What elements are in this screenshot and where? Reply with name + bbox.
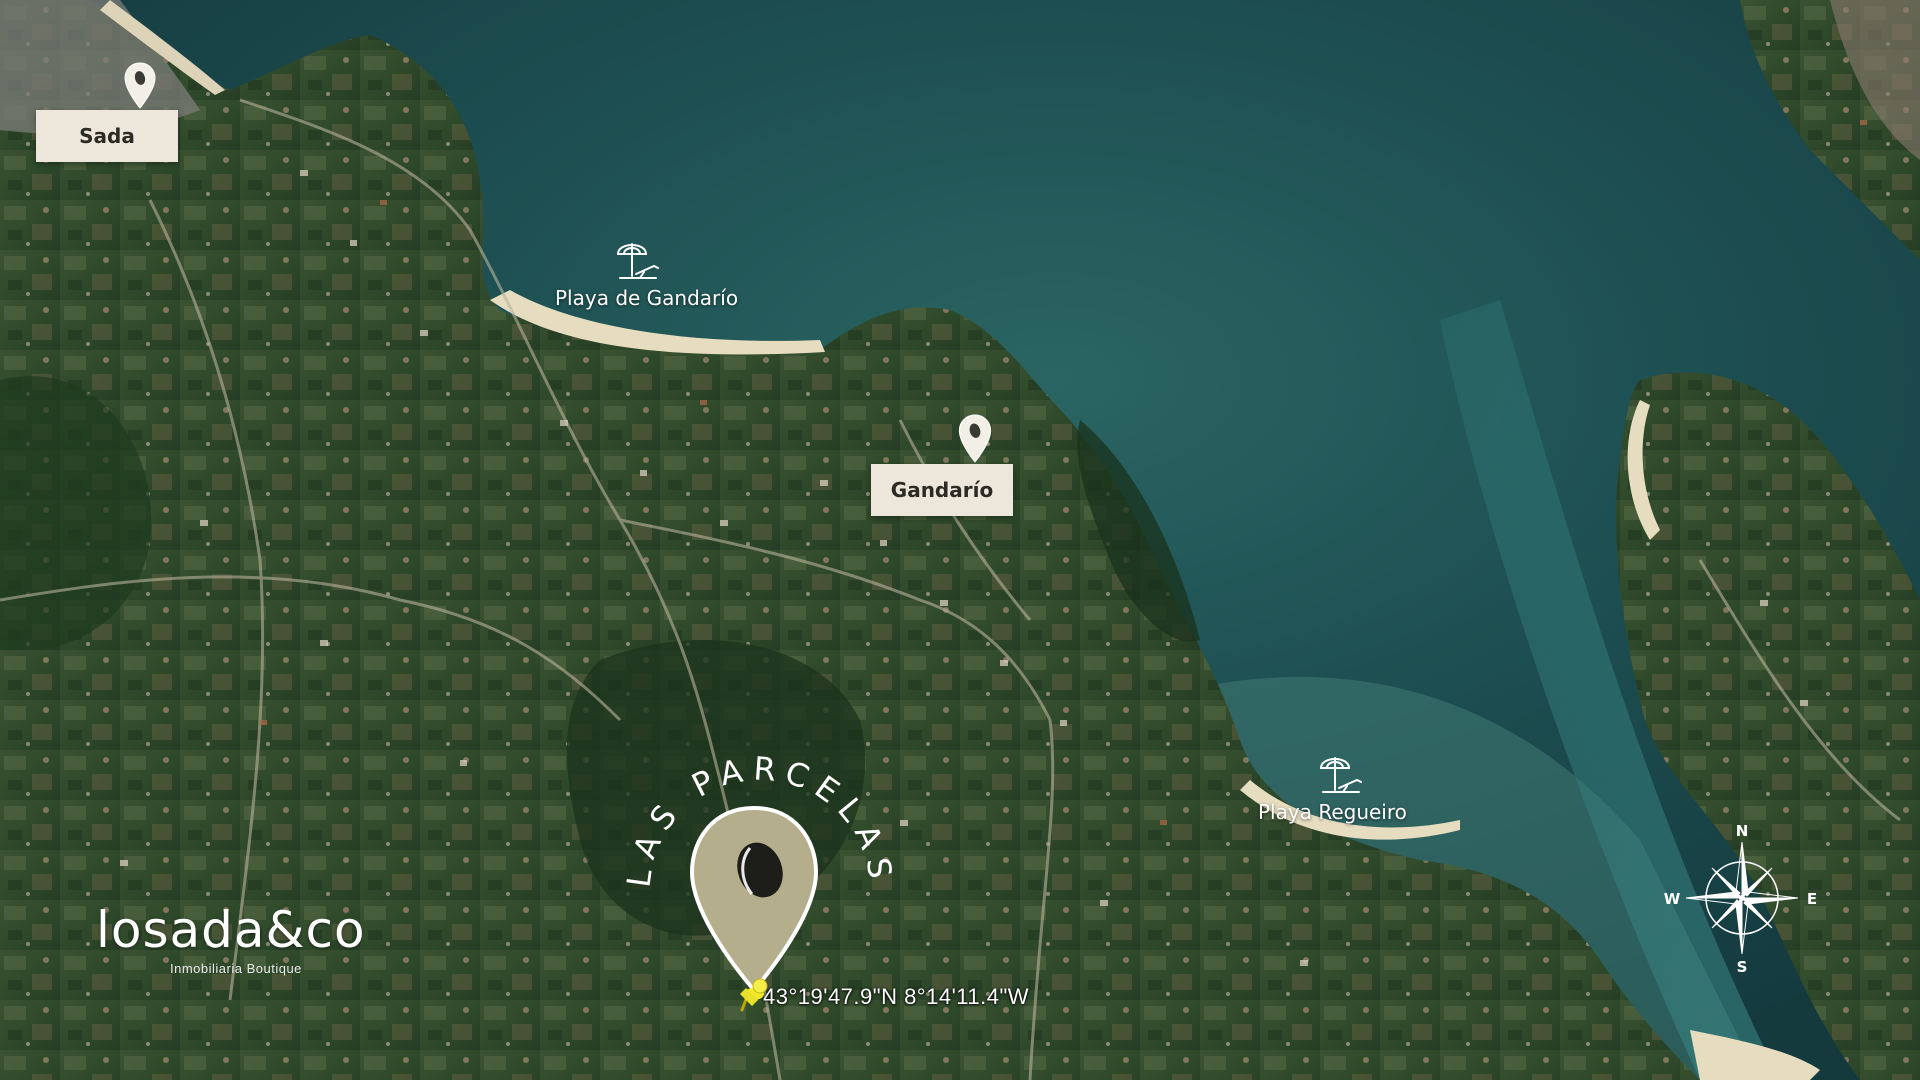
place-label-text: Sada	[79, 124, 135, 148]
place-label-sada[interactable]: Sada	[36, 110, 178, 162]
large-pin-icon	[689, 805, 819, 994]
beach-umbrella-icon	[1319, 757, 1362, 793]
place-label-gandario[interactable]: Gandarío	[871, 464, 1013, 516]
compass-west-label: W	[1664, 890, 1681, 908]
beach-umbrella-icon	[616, 243, 659, 279]
location-pin-icon	[958, 414, 992, 463]
coordinates-label: 43°19'47.9"N 8°14'11.4"W	[763, 984, 1030, 1009]
compass-north-label: N	[1736, 822, 1749, 840]
beach-label-text: Playa de Gandarío	[555, 286, 739, 310]
beach-label-regueiro[interactable]: Playa Regueiro	[1258, 800, 1407, 824]
compass-east-label: E	[1807, 890, 1817, 908]
brand-name: losada&co	[96, 901, 366, 959]
compass-rose-icon: N S E W	[1664, 822, 1817, 974]
brand-logo: losada&co Inmobiliaria Boutique	[96, 901, 396, 976]
compass-south-label: S	[1737, 958, 1748, 974]
brand-tagline: Inmobiliaria Boutique	[170, 961, 302, 976]
beach-label-text: Playa Regueiro	[1258, 800, 1407, 824]
location-pin-icon	[124, 62, 156, 109]
place-label-text: Gandarío	[890, 478, 994, 502]
beach-label-gandario[interactable]: Playa de Gandarío	[555, 286, 738, 310]
